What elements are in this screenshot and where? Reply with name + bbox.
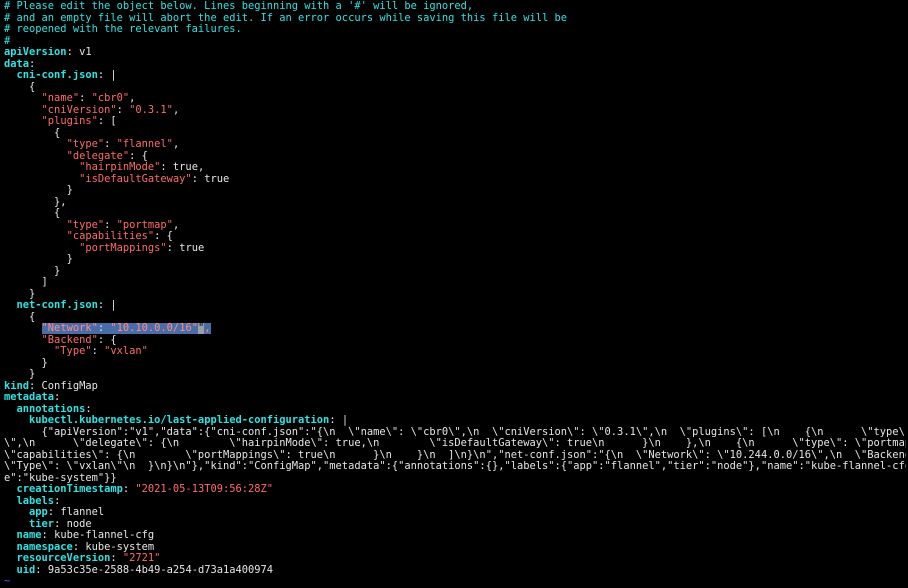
json-line-plugins: "plugins": [ [41,116,117,127]
yaml-line-kind: kind: ConfigMap [4,380,98,392]
json-line: { [54,127,61,139]
yaml-line-app: app: flannel [29,507,105,518]
comment-line: # Please edit the object below. Lines be… [4,1,474,12]
json-line: } [54,265,61,277]
yaml-line-uid: uid: 9a53c35e-2588-4b49-a254-d73a1a40097… [16,564,274,576]
json-line-cniversion: "cniVersion": "0.3.1", [41,104,180,116]
json-line: { [29,81,36,93]
yaml-line-data: data: [4,58,36,70]
json-line-capabilities: "capabilities": { [66,231,173,242]
json-wrapped-line: \"Type\": \"vxlan\"\n }\n}\n"},"kind":"C… [4,461,906,472]
json-line: { [29,311,36,323]
json-line: } [66,185,73,196]
json-wrapped-line: {"apiVersion":"v1","data":{"cni-conf.jso… [4,426,906,438]
comment-line: # and an empty file will abort the edit.… [4,12,568,24]
json-line: }, [54,196,67,208]
json-line-portmappings: "portMappings": true [79,242,205,254]
yaml-line-tier: tier: node [29,518,92,530]
yaml-line-metadata: metadata: [4,392,61,403]
yaml-line-annotations: annotations: [16,403,92,415]
yaml-line-namespace: namespace: kube-system [16,541,155,553]
yaml-line-net-conf: net-conf.json: | [16,300,117,311]
json-line: { [54,208,61,219]
json-line-type: "type": "portmap", [66,219,180,231]
yaml-line-labels: labels: [16,495,61,507]
yaml-line-apiversion: apiVersion: v1 [4,47,92,58]
json-line-hairpin: "hairpinMode": true, [79,162,205,173]
json-line-delegate: "delegate": { [66,150,148,162]
json-wrapped-line: \",\n \"delegate\": {\n \"hairpinMode\":… [4,438,906,449]
json-line-backend: "Backend": { [41,334,117,346]
json-line: } [41,357,48,369]
json-line: } [29,288,36,300]
yaml-line-resourceversion: resourceVersion: "2721" [16,553,161,564]
json-line-type: "type": "flannel", [66,139,180,150]
terminal-editor[interactable]: # Please edit the object below. Lines be… [4,1,906,587]
yaml-line-creation: creationTimestamp: "2021-05-13T09:56:28Z… [16,484,274,495]
json-line: } [66,254,73,265]
selected-text[interactable]: "Network": "10.10.0.0/16" [41,323,198,334]
yaml-line-last-applied: kubectl.kubernetes.io/last-applied-confi… [29,415,349,426]
comment-line: # [4,35,11,47]
json-wrapped-line: \"capabilities\": {\n \"portMappings\": … [4,449,906,461]
comment-line: # reopened with the relevant failures. [4,24,242,35]
yaml-line-name: name: kube-flannel-cfg [16,530,155,541]
json-wrapped-line: e":"kube-system"}} [4,472,117,484]
yaml-line-cni-conf: cni-conf.json: | [16,70,117,81]
json-line-name: "name": "cbr0", [41,93,136,104]
json-line-network[interactable]: "Network": "10.10.0.0/16"", [4,323,906,335]
json-line: } [29,369,36,380]
json-line: ] [41,277,48,288]
json-line-type: "Type": "vxlan" [54,346,148,357]
json-line-isdefault: "isDefaultGateway": true [79,173,230,185]
empty-line-tilde: ~ [4,576,11,587]
